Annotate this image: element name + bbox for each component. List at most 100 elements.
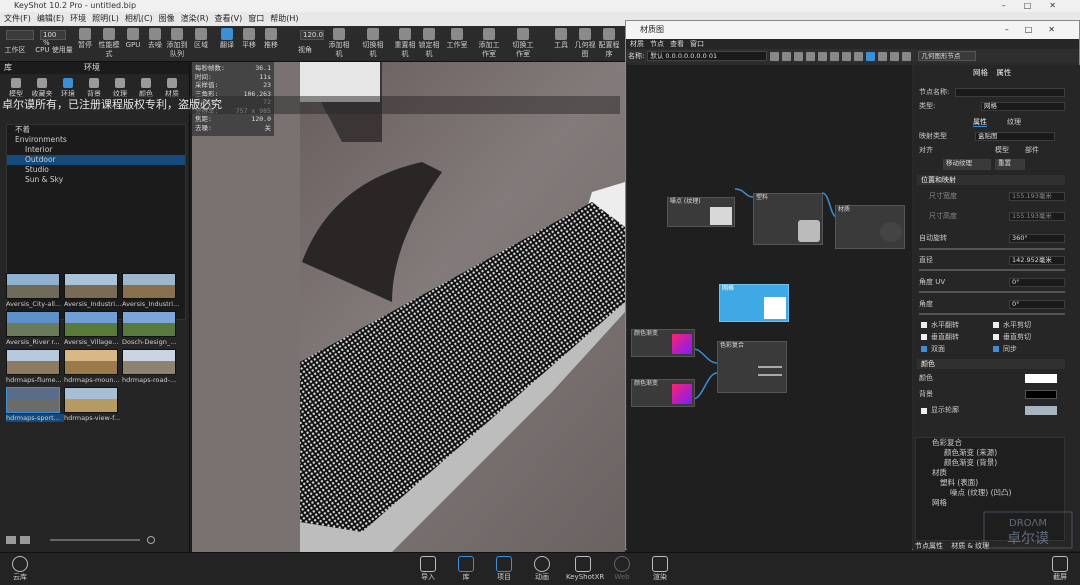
menu-window[interactable]: 窗口: [690, 39, 704, 49]
env-thumbnail[interactable]: [64, 387, 118, 413]
node-tool-icon[interactable]: [770, 51, 780, 61]
node-tool-icon[interactable]: [782, 51, 792, 61]
perspective-button[interactable]: 视角: [294, 46, 316, 55]
node-graph-canvas[interactable]: 噪点 (纹理) 塑料 材质 网格 颜色渐变 颜色渐变 色彩复合: [627, 65, 912, 551]
tree-item[interactable]: 颜色渐变 (来源): [916, 448, 1064, 458]
node-name-field[interactable]: [955, 88, 1065, 97]
menu-node[interactable]: 节点: [650, 39, 664, 49]
gpu-button[interactable]: GPU: [122, 28, 144, 50]
screenshot-button[interactable]: 截屏: [1046, 556, 1074, 582]
angle-uv-slider[interactable]: [919, 291, 1065, 293]
render-button[interactable]: 渲染: [646, 556, 674, 582]
subtab-textures[interactable]: 纹理: [1007, 117, 1021, 127]
node-noise-texture[interactable]: 噪点 (纹理): [667, 197, 735, 227]
color-swatch[interactable]: [1025, 374, 1057, 383]
grid-view-icon[interactable]: [6, 536, 16, 544]
node-tool-icon[interactable]: [818, 51, 828, 61]
env-thumbnail-selected[interactable]: [6, 387, 60, 413]
auto-rotate-field[interactable]: 360°: [1009, 234, 1065, 243]
region-button[interactable]: 区域: [190, 28, 212, 50]
search-icon[interactable]: [147, 536, 155, 544]
env-thumbnail[interactable]: [64, 273, 118, 299]
node-tool-icon[interactable]: [806, 51, 816, 61]
tree-item[interactable]: 噪点 (纹理) (凹凸): [916, 488, 1064, 498]
menu-render[interactable]: 渲染(R): [181, 12, 209, 26]
flip-horizontal-checkbox[interactable]: [921, 322, 927, 328]
menu-view[interactable]: 查看(V): [214, 12, 242, 26]
env-thumbnail[interactable]: [122, 273, 176, 299]
diameter-field[interactable]: 142.952毫米: [1009, 256, 1065, 265]
node-color-gradient-b[interactable]: 颜色渐变: [631, 379, 695, 407]
import-button[interactable]: 导入: [414, 556, 442, 582]
menu-edit[interactable]: 编辑(E): [37, 12, 64, 26]
menu-window[interactable]: 窗口: [248, 12, 264, 26]
switch-studio-button[interactable]: 切换工作室: [512, 28, 534, 59]
alignment-part-radio[interactable]: 部件: [1025, 145, 1039, 155]
shear-horizontal-checkbox[interactable]: [993, 322, 999, 328]
tree-item[interactable]: 色彩复合: [916, 438, 1064, 448]
zoom-field[interactable]: [6, 30, 34, 40]
material-name-field[interactable]: 默认 0.0.0.0.0.0.0 01: [647, 51, 768, 61]
node-tool-icon[interactable]: [902, 51, 912, 61]
list-view-icon[interactable]: [20, 536, 30, 544]
section-color[interactable]: 颜色: [917, 359, 1065, 369]
menu-image[interactable]: 图像: [159, 12, 175, 26]
project-button[interactable]: 项目: [490, 556, 518, 582]
pause-button[interactable]: 暂停: [74, 28, 96, 50]
geometry-view-button[interactable]: 几何视图: [574, 28, 596, 59]
add-queue-button[interactable]: 添加到队列: [166, 28, 188, 59]
tab-node-properties[interactable]: 节点属性: [915, 542, 943, 550]
dolly-button[interactable]: 推移: [260, 28, 282, 50]
node-material[interactable]: 材质: [835, 205, 905, 249]
pan-button[interactable]: 平移: [238, 28, 260, 50]
size-width-field[interactable]: 155.193毫米: [1009, 192, 1065, 201]
tree-item[interactable]: Sun & Sky: [7, 175, 185, 185]
node-tool-icon[interactable]: [794, 51, 804, 61]
tree-item[interactable]: Studio: [7, 165, 185, 175]
tree-item[interactable]: Environments: [7, 135, 185, 145]
configurator-button[interactable]: 配置程序: [598, 28, 620, 59]
node-grid-selected[interactable]: 网格: [719, 284, 789, 322]
node-tool-icon[interactable]: [842, 51, 852, 61]
diameter-slider[interactable]: [919, 269, 1065, 271]
library-button[interactable]: 库: [452, 556, 480, 582]
keyshotxr-button[interactable]: KeyShotXR: [566, 556, 604, 582]
menu-help[interactable]: 帮助(H): [270, 12, 298, 26]
tree-item-selected[interactable]: Outdoor: [7, 155, 185, 165]
reset-button[interactable]: 重置: [995, 159, 1025, 170]
background-swatch[interactable]: [1025, 390, 1057, 399]
env-thumbnail[interactable]: [122, 311, 176, 337]
tree-item[interactable]: 材质: [916, 468, 1064, 478]
menu-material[interactable]: 材质: [630, 39, 644, 49]
geometry-node-button[interactable]: 几何图形节点: [918, 51, 977, 61]
tree-item[interactable]: 颜色渐变 (背景): [916, 458, 1064, 468]
zoom-percent-field[interactable]: 100 %: [40, 30, 66, 47]
outline-swatch[interactable]: [1025, 406, 1057, 415]
tools-button[interactable]: 工具: [550, 28, 572, 50]
cloud-library-button[interactable]: 云库: [6, 556, 34, 582]
lock-camera-button[interactable]: 锁定相机: [418, 28, 440, 59]
angle-field[interactable]: 0°: [1009, 300, 1065, 309]
menu-lighting[interactable]: 照明(L): [92, 12, 119, 26]
window-controls[interactable]: –□✕: [1002, 0, 1074, 12]
window-controls[interactable]: –□✕: [1005, 21, 1071, 39]
tree-item[interactable]: 不着: [7, 125, 185, 135]
studio-button[interactable]: 工作室: [446, 28, 468, 50]
section-position-mapping[interactable]: 位置和映射: [917, 175, 1065, 185]
tumble-button[interactable]: 翻译: [216, 28, 238, 50]
tab-grid[interactable]: 网格: [973, 68, 988, 77]
env-thumbnail[interactable]: [6, 273, 60, 299]
tree-item[interactable]: 塑料 (表面): [916, 478, 1064, 488]
node-tool-icon[interactable]: [890, 51, 900, 61]
sync-checkbox[interactable]: [993, 346, 999, 352]
animation-button[interactable]: 动画: [528, 556, 556, 582]
menu-environment[interactable]: 环境: [70, 12, 86, 26]
node-tool-icon[interactable]: [866, 51, 876, 61]
flip-vertical-checkbox[interactable]: [921, 334, 927, 340]
mapping-type-select[interactable]: 盒贴图: [975, 132, 1055, 141]
env-thumbnail[interactable]: [122, 349, 176, 375]
subtab-attributes[interactable]: 属性: [973, 117, 987, 127]
node-tool-icon[interactable]: [854, 51, 864, 61]
show-outline-checkbox[interactable]: [921, 408, 927, 414]
workspace-button[interactable]: 工作区: [4, 46, 26, 55]
